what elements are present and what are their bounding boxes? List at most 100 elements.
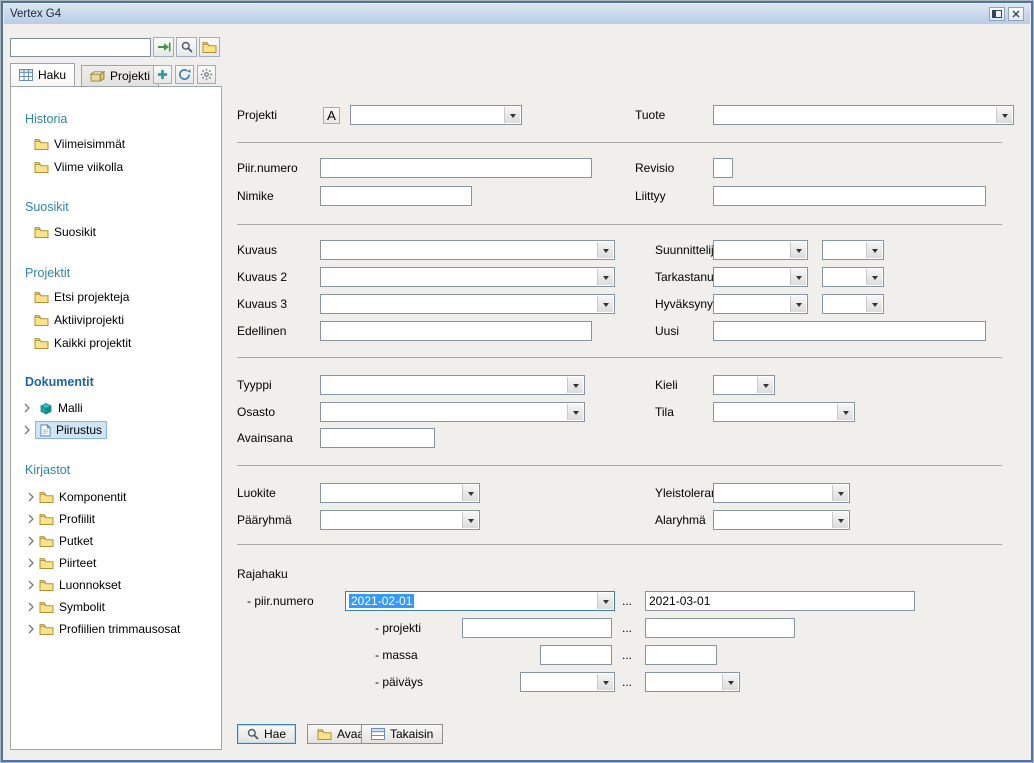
chevron-right-icon[interactable] [28, 602, 34, 612]
range-paivays-from-combo[interactable] [520, 672, 615, 692]
projekti-combo[interactable] [350, 105, 522, 125]
chevron-right-icon[interactable] [28, 580, 34, 590]
yleistoleranssi-combo[interactable] [713, 483, 850, 503]
tab-haku[interactable]: Haku [10, 63, 75, 86]
chevron-down-icon[interactable] [722, 674, 738, 690]
sidebar-item-symbolit[interactable]: Symbolit [28, 598, 105, 616]
kuvaus-combo[interactable] [320, 240, 615, 260]
go-button[interactable] [153, 37, 174, 57]
chevron-down-icon[interactable] [597, 593, 613, 609]
osasto-combo[interactable] [320, 402, 585, 422]
dock-icon [992, 10, 1002, 18]
label-kieli: Kieli [655, 379, 678, 392]
sidebar-item-aktiiviprojekti[interactable]: Aktiiviprojekti [34, 311, 124, 329]
projekti-a-button[interactable]: A [323, 107, 340, 124]
chevron-down-icon[interactable] [790, 269, 806, 285]
range-piir-from-combo[interactable]: 2021-02-01 [345, 591, 615, 611]
takaisin-button[interactable]: Takaisin [361, 724, 443, 744]
sidebar-item-profiilit[interactable]: Profiilit [28, 510, 95, 528]
sidebar-item-etsi-projekteja[interactable]: Etsi projekteja [34, 288, 129, 306]
sidebar-item-putket[interactable]: Putket [28, 532, 93, 550]
sidebar-item-piirteet[interactable]: Piirteet [28, 554, 96, 572]
sidebar-item-piirustus[interactable]: Piirustus [24, 421, 107, 439]
chevron-right-icon[interactable] [28, 514, 34, 524]
chevron-down-icon[interactable] [597, 242, 613, 258]
luokite-combo[interactable] [320, 483, 480, 503]
revisio-input[interactable] [713, 158, 733, 178]
chevron-down-icon[interactable] [567, 377, 583, 393]
chevron-down-icon[interactable] [832, 485, 848, 501]
chevron-right-icon[interactable] [24, 425, 30, 435]
chevron-down-icon[interactable] [567, 404, 583, 420]
range-piir-to-input[interactable] [645, 591, 915, 611]
open-folder-button[interactable] [199, 37, 220, 57]
chevron-down-icon[interactable] [597, 269, 613, 285]
avainsana-input[interactable] [320, 428, 435, 448]
chevron-down-icon[interactable] [837, 404, 853, 420]
chevron-down-icon[interactable] [866, 242, 882, 258]
kuvaus2-combo[interactable] [320, 267, 615, 287]
close-button[interactable] [1008, 7, 1024, 21]
hyvaksynyt-combo-1[interactable] [713, 294, 808, 314]
suunnittelija-combo-2[interactable] [822, 240, 884, 260]
chevron-right-icon[interactable] [28, 492, 34, 502]
chevron-down-icon[interactable] [462, 512, 478, 528]
tyyppi-combo[interactable] [320, 375, 585, 395]
search-input[interactable] [10, 38, 151, 57]
chevron-right-icon[interactable] [28, 558, 34, 568]
tuote-combo[interactable] [713, 105, 1014, 125]
edellinen-input[interactable] [320, 321, 592, 341]
hae-button[interactable]: Hae [237, 724, 296, 744]
chevron-down-icon[interactable] [597, 296, 613, 312]
uusi-input[interactable] [713, 321, 986, 341]
paaryhma-combo[interactable] [320, 510, 480, 530]
tila-combo[interactable] [713, 402, 855, 422]
sidebar-item-profiilien-trimmausosat[interactable]: Profiilien trimmausosat [28, 620, 180, 638]
chevron-down-icon[interactable] [462, 485, 478, 501]
sidebar-item-komponentit[interactable]: Komponentit [28, 488, 126, 506]
kuvaus3-combo[interactable] [320, 294, 615, 314]
settings-button[interactable] [197, 65, 216, 84]
nimike-input[interactable] [320, 186, 472, 206]
range-paivays-to-combo[interactable] [645, 672, 740, 692]
label-revisio: Revisio [635, 162, 674, 175]
chevron-down-icon[interactable] [757, 377, 773, 393]
refresh-button[interactable] [175, 65, 194, 84]
sidebar-item-malli[interactable]: Malli [24, 399, 87, 417]
dock-button[interactable] [989, 7, 1005, 21]
chevron-down-icon[interactable] [996, 107, 1012, 123]
sidebar-item-label: Etsi projekteja [54, 290, 129, 304]
range-projekti-from-input[interactable] [462, 618, 612, 638]
search-button[interactable] [176, 37, 197, 57]
sidebar-item-kaikki-projektit[interactable]: Kaikki projektit [34, 334, 131, 352]
tab-projekti[interactable]: Projekti [81, 65, 159, 86]
chevron-down-icon[interactable] [832, 512, 848, 528]
chevron-right-icon[interactable] [28, 624, 34, 634]
chevron-down-icon[interactable] [790, 296, 806, 312]
chevron-right-icon[interactable] [28, 536, 34, 546]
sidebar-item-suosikit[interactable]: Suosikit [34, 223, 96, 241]
sidebar-item-luonnokset[interactable]: Luonnokset [28, 576, 121, 594]
liittyy-input[interactable] [713, 186, 986, 206]
hyvaksynyt-combo-2[interactable] [822, 294, 884, 314]
alaryhma-combo[interactable] [713, 510, 850, 530]
chevron-down-icon[interactable] [597, 674, 613, 690]
sidebar-item-viimeisimmat[interactable]: Viimeisimmät [34, 135, 125, 153]
chevron-down-icon[interactable] [866, 296, 882, 312]
sidebar-item-viime-viikolla[interactable]: Viime viikolla [34, 158, 123, 176]
range-massa-to-input[interactable] [645, 645, 717, 665]
suunnittelija-combo-1[interactable] [713, 240, 808, 260]
tarkastanut-combo-2[interactable] [822, 267, 884, 287]
chevron-down-icon[interactable] [790, 242, 806, 258]
piir-numero-input[interactable] [320, 158, 592, 178]
chevron-down-icon[interactable] [866, 269, 882, 285]
tarkastanut-combo-1[interactable] [713, 267, 808, 287]
chevron-down-icon[interactable] [504, 107, 520, 123]
add-tab-button[interactable] [153, 65, 172, 84]
chevron-right-icon[interactable] [24, 403, 30, 413]
range-massa-from-input[interactable] [540, 645, 612, 665]
window-title: Vertex G4 [10, 8, 986, 20]
kieli-combo[interactable] [713, 375, 775, 395]
title-bar[interactable]: Vertex G4 [4, 4, 1030, 24]
range-projekti-to-input[interactable] [645, 618, 795, 638]
